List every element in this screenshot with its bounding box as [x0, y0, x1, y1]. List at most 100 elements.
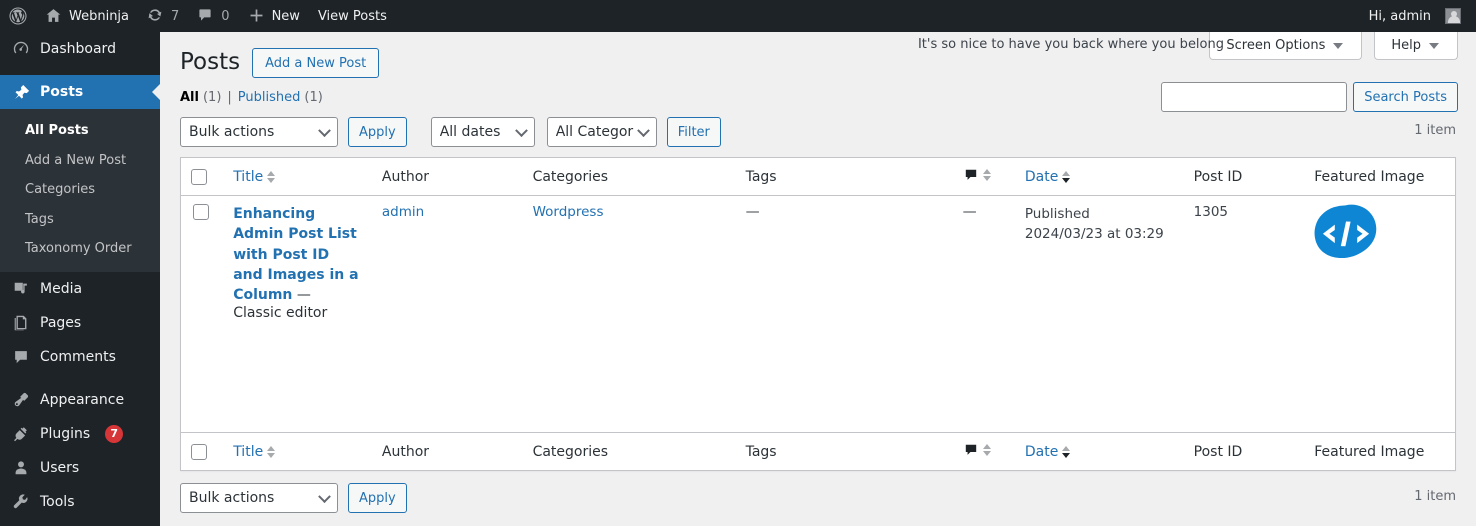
row-date-cell: Published 2024/03/23 at 03:29	[1015, 196, 1184, 432]
sort-asc-icon	[267, 445, 276, 451]
apply-bulk-action-button-top[interactable]: Apply	[348, 117, 407, 147]
post-comments-value: —	[962, 204, 977, 220]
sidebar-item-label: Pages	[40, 314, 82, 331]
view-posts-menu[interactable]: View Posts	[309, 0, 396, 32]
my-account-menu[interactable]: Hi, admin	[1360, 0, 1470, 32]
footer-column-header-date-label: Date	[1024, 443, 1059, 460]
sidebar-item-pages[interactable]: Pages	[0, 306, 160, 340]
sidebar-item-users[interactable]: Users	[0, 451, 160, 485]
post-author-link[interactable]: admin	[382, 204, 424, 220]
main-content-area: Screen Options Help It's so nice to have…	[160, 32, 1476, 526]
add-new-post-button[interactable]: Add a New Post	[252, 48, 380, 78]
sidebar-item-media[interactable]: Media	[0, 272, 160, 306]
media-icon	[11, 279, 31, 299]
sort-indicator-comments[interactable]	[982, 443, 991, 456]
column-header-date[interactable]: Date	[1014, 158, 1184, 196]
tools-wrench-icon	[11, 492, 31, 512]
site-name-label: Webninja	[69, 8, 130, 24]
select-all-checkbox-top[interactable]	[191, 168, 207, 185]
column-header-title-label: Title	[233, 168, 264, 185]
filter-button[interactable]: Filter	[666, 117, 721, 147]
column-header-post-id: Post ID	[1183, 158, 1305, 196]
row-featured-image-cell	[1304, 196, 1455, 432]
sort-indicator-title[interactable]	[267, 170, 276, 183]
page-title: Posts	[180, 49, 241, 76]
sidebar-item-tools[interactable]: Tools	[0, 485, 160, 519]
bulk-actions-select-bottom[interactable]: Bulk actions	[180, 483, 338, 513]
footer-column-header-comments[interactable]	[952, 432, 1015, 470]
view-all[interactable]: All (1) |	[180, 90, 238, 105]
displaying-num-top: 1 item	[1414, 123, 1456, 138]
footer-column-header-categories-label: Categories	[532, 443, 609, 460]
category-filter-select[interactable]: All Categories	[546, 117, 657, 147]
search-posts-button[interactable]: Search Posts	[1353, 82, 1458, 112]
date-filter-select[interactable]: All dates	[430, 117, 535, 147]
footer-column-header-title-label: Title	[233, 443, 264, 460]
select-all-checkbox-bottom[interactable]	[191, 443, 207, 460]
row-tags-cell: —	[736, 196, 953, 432]
updates-menu[interactable]: 7	[138, 0, 188, 32]
sidebar-item-plugins[interactable]: Plugins 7	[0, 417, 160, 451]
footer-column-header-featured-image: Featured Image	[1304, 432, 1455, 470]
submenu-item-categories[interactable]: Categories	[0, 175, 160, 205]
view-all-link[interactable]: All	[180, 90, 199, 105]
comments-menu[interactable]: 0	[188, 0, 238, 32]
sort-asc-icon	[1062, 170, 1071, 176]
posts-submenu: All Posts Add a New Post Categories Tags…	[0, 109, 160, 272]
bulk-actions-select-top[interactable]: Bulk actions	[180, 117, 338, 147]
plugins-plug-icon	[11, 424, 31, 444]
footer-column-header-author-label: Author	[381, 443, 430, 460]
footer-column-header-date[interactable]: Date	[1014, 432, 1184, 470]
comment-bubble-icon	[963, 167, 979, 183]
submenu-item-all-posts[interactable]: All Posts	[0, 116, 160, 146]
row-author-cell: admin	[372, 196, 523, 432]
sort-indicator-date[interactable]	[1062, 445, 1071, 458]
sort-indicator-comments[interactable]	[982, 168, 991, 181]
column-header-date-label: Date	[1024, 168, 1059, 185]
new-content-menu[interactable]: New	[239, 0, 309, 32]
row-select-checkbox[interactable]	[193, 204, 209, 220]
row-title-cell: Enhancing Admin Post List with Post ID a…	[223, 196, 372, 432]
pages-icon	[11, 313, 31, 333]
menu-separator	[0, 374, 160, 383]
view-published-link[interactable]: Published	[238, 90, 301, 105]
post-date-status: Published	[1024, 206, 1090, 222]
row-categories-cell: Wordpress	[523, 196, 736, 432]
dashboard-icon	[11, 39, 31, 59]
column-header-title[interactable]: Title	[223, 158, 372, 196]
menu-separator	[0, 66, 160, 75]
sidebar-item-label: Dashboard	[40, 41, 116, 57]
footer-column-header-title[interactable]: Title	[223, 432, 372, 470]
site-name-menu[interactable]: Webninja	[36, 0, 138, 32]
sort-desc-icon	[267, 177, 276, 183]
view-published-count: (1)	[304, 90, 323, 105]
sidebar-item-appearance[interactable]: Appearance	[0, 383, 160, 417]
sidebar-item-dashboard[interactable]: Dashboard	[0, 32, 160, 66]
submenu-item-add-new-post[interactable]: Add a New Post	[0, 146, 160, 176]
submenu-item-taxonomy-order[interactable]: Taxonomy Order	[0, 234, 160, 264]
sort-asc-icon	[982, 443, 991, 449]
appearance-brush-icon	[11, 390, 31, 410]
sort-asc-icon	[267, 170, 276, 176]
admin-bar: Webninja 7 0 New View Posts Hi, admin	[0, 0, 1476, 32]
admin-bar-right: Hi, admin	[1360, 0, 1476, 32]
post-category-link[interactable]: Wordpress	[533, 204, 604, 220]
sidebar-item-label: Appearance	[40, 391, 125, 408]
row-comments-cell: —	[953, 196, 1015, 432]
view-published[interactable]: Published (1)	[238, 90, 323, 105]
sidebar-item-posts[interactable]: Posts	[0, 75, 160, 109]
submenu-item-tags[interactable]: Tags	[0, 205, 160, 235]
column-header-comments[interactable]	[952, 158, 1015, 196]
sort-indicator-title[interactable]	[267, 445, 276, 458]
code-blob-thumbnail	[1314, 204, 1378, 266]
sort-indicator-date[interactable]	[1062, 170, 1071, 183]
tablenav-top: Bulk actions Apply All dates All Categor…	[180, 117, 1456, 147]
search-input[interactable]	[1161, 82, 1348, 112]
sort-desc-icon	[1062, 177, 1071, 183]
wordpress-logo-menu[interactable]	[0, 0, 36, 32]
column-header-categories: Categories	[522, 158, 736, 196]
footer-column-header-post-id-label: Post ID	[1193, 443, 1243, 460]
updates-count: 7	[171, 8, 180, 24]
apply-bulk-action-button-bottom[interactable]: Apply	[348, 483, 407, 513]
sidebar-item-comments[interactable]: Comments	[0, 340, 160, 374]
